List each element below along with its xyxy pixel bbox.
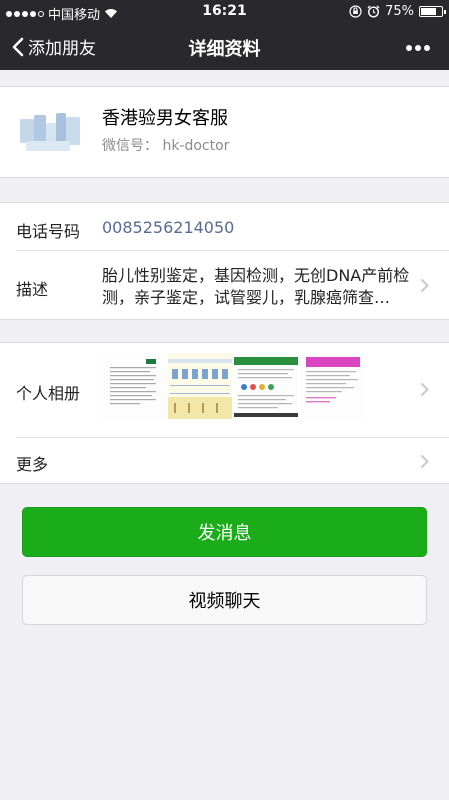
chevron-right-icon xyxy=(420,454,429,469)
divider xyxy=(16,437,449,438)
avatar[interactable] xyxy=(20,109,82,157)
wechat-id: 微信号： hk-doctor xyxy=(102,138,230,154)
profile-card: 香港验男女客服 微信号： hk-doctor xyxy=(0,86,449,178)
phone-label: 电话号码 xyxy=(16,222,81,241)
contact-name: 香港验男女客服 xyxy=(102,108,228,129)
video-chat-button[interactable]: 视频聊天 xyxy=(22,575,427,625)
album-thumbnail[interactable] xyxy=(234,353,298,419)
nav-bar: 添加朋友 详细资料 xyxy=(0,24,449,70)
send-message-button[interactable]: 发消息 xyxy=(22,507,427,557)
album-label: 个人相册 xyxy=(16,384,81,403)
album-thumbnail[interactable] xyxy=(102,353,166,419)
more-dots-icon xyxy=(406,45,430,51)
chevron-right-icon xyxy=(420,382,429,397)
chevron-right-icon xyxy=(420,278,429,293)
info-group: 电话号码 0085256214050 描述 胎儿性别鉴定，基因检测，无创DNA产… xyxy=(0,202,449,320)
status-bar: 中国移动 16:21 75% xyxy=(0,0,449,24)
alarm-icon xyxy=(367,5,380,18)
album-thumbnail[interactable] xyxy=(300,353,364,419)
rotation-lock-icon xyxy=(349,5,362,18)
back-label: 添加朋友 xyxy=(28,39,96,59)
battery-icon xyxy=(419,6,446,17)
description-value: 胎儿性别鉴定，基因检测，无创DNA产前检测，亲子鉴定，试管婴儿，乳腺癌筛查… xyxy=(102,266,410,307)
more-label: 更多 xyxy=(16,455,49,474)
description-label: 描述 xyxy=(16,280,49,299)
status-right: 75% xyxy=(349,4,446,19)
more-button[interactable] xyxy=(405,37,431,56)
divider xyxy=(16,250,449,251)
album-thumbnail[interactable] xyxy=(168,353,232,419)
back-button[interactable]: 添加朋友 xyxy=(12,34,96,59)
album-group: 个人相册 更多 xyxy=(0,342,449,484)
battery-fill xyxy=(421,8,436,15)
phone-number-link[interactable]: 0085256214050 xyxy=(102,218,234,237)
battery-percent: 75% xyxy=(385,4,414,19)
chevron-left-icon xyxy=(12,37,24,56)
